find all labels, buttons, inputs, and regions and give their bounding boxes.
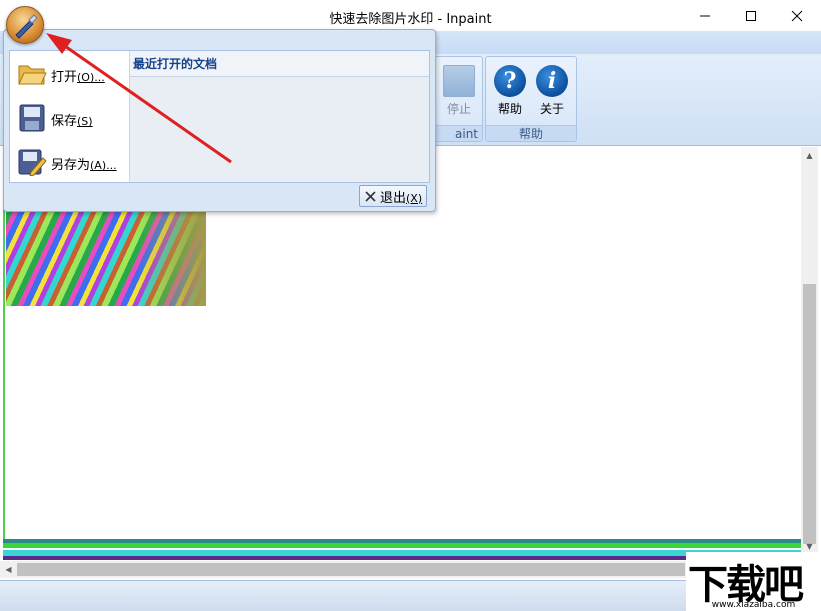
watermark-url: www.xiazaiba.com — [711, 600, 796, 610]
watermark-logo: 下载吧 www.xiazaiba.com — [686, 552, 821, 611]
app-window: 快速去除图片水印 - Inpaint 停止 aint ? 帮助 i 关于 帮助 … — [0, 0, 821, 611]
annotation-arrow — [46, 33, 232, 164]
